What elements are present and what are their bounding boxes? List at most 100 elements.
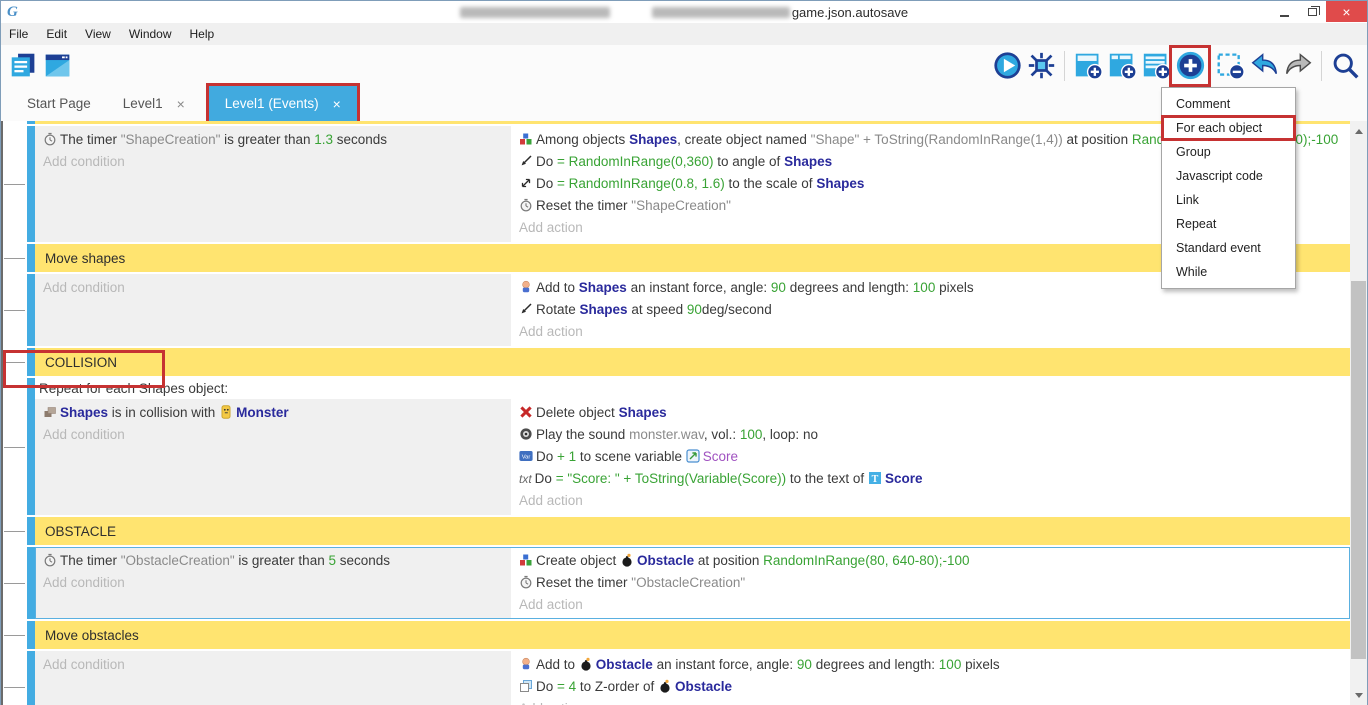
text-segment: Score <box>703 449 738 464</box>
event-row[interactable]: Add conditionAdd to Shapes an instant fo… <box>27 274 1350 346</box>
add-condition-button[interactable]: Add condition <box>43 278 505 298</box>
text-segment: Do <box>535 471 556 486</box>
text-segment: Rotate <box>536 302 580 317</box>
text-segment: , vol.: <box>704 427 740 442</box>
menu-item-group[interactable]: Group <box>1162 140 1295 164</box>
comment-label: COLLISION <box>35 348 1350 376</box>
event-drag-bar[interactable] <box>27 547 35 619</box>
text-segment: Do <box>536 449 557 464</box>
title-center: game.json.autosave <box>1 1 1367 23</box>
undo-icon[interactable] <box>1247 49 1281 83</box>
text-segment: "ShapeCreation" <box>631 198 731 213</box>
add-action-button[interactable]: Add action <box>519 595 1344 615</box>
tab-close-icon[interactable]: × <box>177 96 185 112</box>
redo-icon[interactable] <box>1281 49 1315 83</box>
event-drag-bar[interactable] <box>27 348 35 376</box>
search-icon[interactable] <box>1328 49 1362 83</box>
add-condition-button[interactable]: Add condition <box>43 573 505 593</box>
text-segment: Reset the timer <box>536 198 631 213</box>
event-row[interactable]: Add condition Add to Obstacle an instant … <box>27 651 1350 705</box>
add-action-button[interactable]: Add action <box>519 322 1344 342</box>
minimize-button[interactable] <box>1270 1 1298 22</box>
conditions-column: Add condition <box>35 651 511 705</box>
tab-level1-events[interactable]: Level1 (Events)× <box>209 86 357 121</box>
comment-row[interactable]: OBSTACLE <box>27 517 1350 545</box>
menu-item-link[interactable]: Link <box>1162 188 1295 212</box>
event-row[interactable]: The timer "ShapeCreation" is greater tha… <box>27 126 1350 242</box>
menu-file[interactable]: File <box>9 27 37 41</box>
event-drag-bar[interactable] <box>27 121 35 124</box>
add-subevent-icon[interactable] <box>1105 49 1139 83</box>
add-comment-icon[interactable] <box>1139 49 1173 83</box>
scenevar-icon <box>686 449 700 469</box>
scroll-thumb[interactable] <box>1351 281 1366 659</box>
tab-start-page[interactable]: Start Page <box>11 86 107 121</box>
restore-button[interactable] <box>1298 1 1326 22</box>
add-event-icon[interactable] <box>1071 49 1105 83</box>
menu-help[interactable]: Help <box>190 27 224 41</box>
add-other-event-icon[interactable] <box>1173 49 1207 83</box>
comment-row[interactable]: Move obstacles <box>27 621 1350 649</box>
condition-line[interactable]: Shapes is in collision with Monster <box>43 403 505 425</box>
tab-level1[interactable]: Level1× <box>107 86 201 121</box>
comment-row[interactable]: Move shapes <box>27 244 1350 272</box>
event-drag-bar[interactable] <box>27 621 35 649</box>
comment-row[interactable]: COLLISION <box>27 348 1350 376</box>
close-button[interactable]: × <box>1326 1 1367 22</box>
action-line[interactable]: Delete object Shapes <box>519 403 1344 425</box>
menu-item-javascript-code[interactable]: Javascript code <box>1162 164 1295 188</box>
event-drag-bar[interactable] <box>27 517 35 545</box>
menu-view[interactable]: View <box>85 27 120 41</box>
condition-line[interactable]: The timer "ShapeCreation" is greater tha… <box>43 130 505 152</box>
menu-window[interactable]: Window <box>129 27 181 41</box>
remove-event-icon[interactable] <box>1213 49 1247 83</box>
text-segment: to scene variable <box>576 449 686 464</box>
text-segment: Shapes <box>60 405 108 420</box>
action-line[interactable]: Do = 4 to Z-order of Obstacle <box>519 677 1344 699</box>
add-action-button[interactable]: Add action <box>519 699 1344 705</box>
action-line[interactable]: Reset the timer "ObstacleCreation" <box>519 573 1344 595</box>
add-action-button[interactable]: Add action <box>519 491 1344 511</box>
menu-item-standard-event[interactable]: Standard event <box>1162 236 1295 260</box>
menu-item-for-each-object[interactable]: For each object <box>1162 116 1295 140</box>
action-line[interactable]: Play the sound monster.wav, vol.: 100, l… <box>519 425 1344 447</box>
action-line[interactable]: Create object Obstacle at position Rando… <box>519 551 1344 573</box>
event-drag-bar[interactable] <box>27 651 35 705</box>
tab-close-icon[interactable]: × <box>333 96 341 112</box>
actions-column: Add to Obstacle an instant force, angle:… <box>511 651 1350 705</box>
event-row[interactable]: The timer "ObstacleCreation" is greater … <box>27 547 1350 619</box>
event-drag-bar[interactable] <box>27 378 35 515</box>
action-line[interactable]: txtDo = "Score: " + ToString(Variable(Sc… <box>519 469 1344 491</box>
toolbar-separator <box>1064 51 1065 81</box>
comment-row[interactable] <box>27 121 1350 124</box>
menu-item-while[interactable]: While <box>1162 260 1295 284</box>
scroll-down-button[interactable] <box>1350 687 1367 704</box>
event-drag-bar[interactable] <box>27 126 35 242</box>
scene-editor-icon[interactable] <box>40 49 74 83</box>
add-condition-button[interactable]: Add condition <box>43 152 505 172</box>
menu-edit[interactable]: Edit <box>46 27 76 41</box>
text-segment: Do <box>536 176 557 191</box>
condition-line[interactable]: The timer "ObstacleCreation" is greater … <box>43 551 505 573</box>
action-line[interactable]: Rotate Shapes at speed 90deg/second <box>519 300 1344 322</box>
event-row[interactable]: Repeat for each Shapes object: Shapes is … <box>27 378 1350 515</box>
project-manager-icon[interactable] <box>6 49 40 83</box>
text-segment: + 1 <box>557 449 576 464</box>
add-condition-button[interactable]: Add condition <box>43 425 505 445</box>
menu-item-repeat[interactable]: Repeat <box>1162 212 1295 236</box>
conditions-column: The timer "ObstacleCreation" is greater … <box>35 547 511 619</box>
event-drag-bar[interactable] <box>27 274 35 346</box>
event-columns: Add condition Add to Obstacle an instant … <box>35 651 1350 705</box>
debug-icon[interactable] <box>1024 49 1058 83</box>
action-line[interactable]: VarDo + 1 to scene variable Score <box>519 447 1344 469</box>
event-drag-bar[interactable] <box>27 244 35 272</box>
scroll-up-button[interactable] <box>1350 123 1367 140</box>
vertical-scrollbar[interactable] <box>1350 121 1367 705</box>
action-line[interactable]: Add to Obstacle an instant force, angle:… <box>519 655 1344 677</box>
text-segment: Add action <box>519 597 583 612</box>
text-segment: = RandomInRange(0,360) <box>557 154 713 169</box>
add-condition-button[interactable]: Add condition <box>43 655 505 675</box>
foreach-header[interactable]: Repeat for each Shapes object: <box>35 378 1350 399</box>
menu-item-comment[interactable]: Comment <box>1162 92 1295 116</box>
play-icon[interactable] <box>990 49 1024 83</box>
